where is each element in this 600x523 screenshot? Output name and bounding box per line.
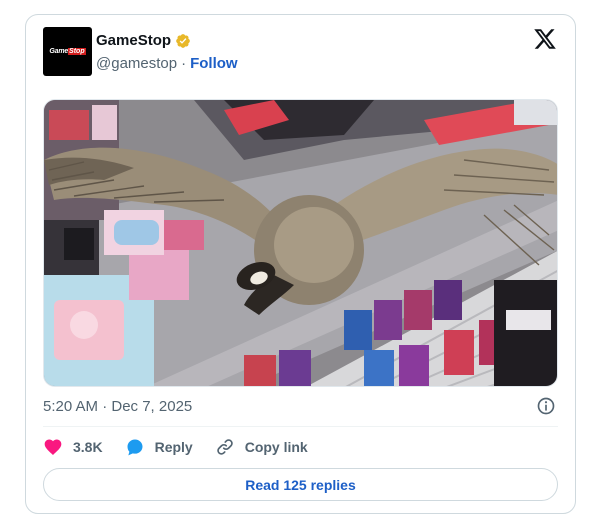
gamestop-avatar[interactable]: Game Stop xyxy=(43,27,92,76)
handle-separator: · xyxy=(181,55,187,72)
reply-label: Reply xyxy=(154,439,193,455)
read-replies-button[interactable]: Read 125 replies xyxy=(43,468,558,501)
author-name-row: GameStop xyxy=(96,32,191,49)
embedded-post-card: Game Stop GameStop @gamestop · Follow 5:… xyxy=(25,14,576,514)
photo-taxidermy-bird-in-store xyxy=(44,100,557,386)
divider xyxy=(43,426,558,427)
x-logo-icon[interactable] xyxy=(533,27,557,51)
post-photo[interactable] xyxy=(43,99,558,387)
author-handle[interactable]: @gamestop xyxy=(96,55,177,72)
info-icon[interactable] xyxy=(536,396,556,416)
post-timestamp[interactable]: 5:20 AM · Dec 7, 2025 xyxy=(43,398,192,415)
verified-badge-icon xyxy=(176,33,190,48)
author-display-name[interactable]: GameStop xyxy=(96,32,171,49)
author-handle-row: @gamestop · Follow xyxy=(96,55,238,72)
reply-button[interactable]: Reply xyxy=(125,437,193,457)
avatar-logo-game: Game xyxy=(49,48,69,55)
avatar-logo-stop: Stop xyxy=(68,48,86,55)
copy-link-label: Copy link xyxy=(244,439,308,455)
heart-icon xyxy=(44,439,62,455)
speech-bubble-icon xyxy=(127,439,143,456)
link-icon xyxy=(216,439,233,455)
like-button[interactable]: 3.8K xyxy=(43,437,103,457)
post-actions-bar: 3.8K Reply Copy link xyxy=(43,436,330,458)
like-count: 3.8K xyxy=(73,439,103,455)
read-replies-label: Read 125 replies xyxy=(245,476,356,493)
follow-button[interactable]: Follow xyxy=(190,55,238,72)
copy-link-button[interactable]: Copy link xyxy=(215,437,308,457)
